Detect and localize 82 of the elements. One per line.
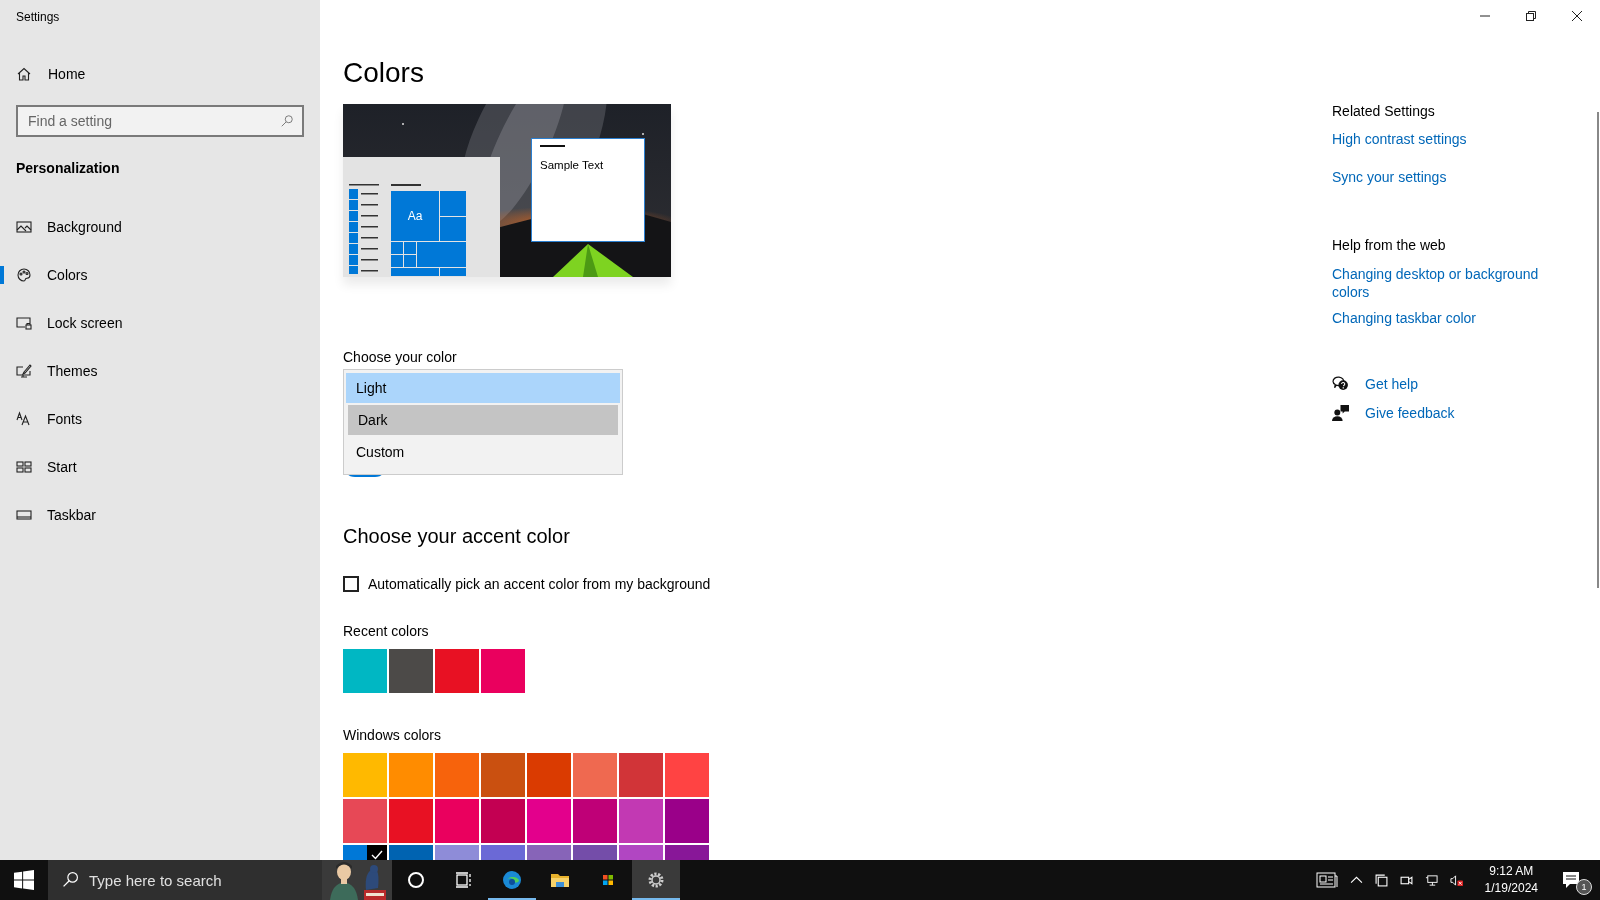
nav-item[interactable]: Fonts — [0, 395, 320, 443]
section-heading: Help from the web — [1332, 237, 1446, 253]
section-heading: Choose your accent color — [343, 525, 570, 548]
letters-icon — [16, 411, 32, 427]
search-field[interactable]: Find a setting — [16, 105, 304, 137]
notification-icon[interactable] — [1560, 871, 1582, 889]
color-swatch[interactable] — [481, 649, 525, 693]
window-title: Settings — [16, 10, 61, 24]
browser-icon — [502, 870, 522, 890]
color-swatch[interactable] — [573, 753, 617, 797]
checkbox-label: Automatically pick an accent color from my background — [368, 576, 711, 592]
section-heading: Related Settings — [1332, 103, 1435, 119]
home-link[interactable]: Home — [16, 60, 304, 88]
color-swatch[interactable] — [435, 753, 479, 797]
search-icon — [280, 114, 294, 128]
field-label: Choose your color — [343, 349, 457, 365]
settings-link[interactable]: Sync your settings — [1332, 169, 1447, 185]
restore-icon — [1526, 11, 1536, 21]
settings-link[interactable]: High contrast settings — [1332, 131, 1467, 147]
color-swatch[interactable] — [343, 753, 387, 797]
color-swatch[interactable] — [481, 799, 525, 843]
section-label: Recent colors — [343, 623, 429, 639]
color-swatch[interactable] — [389, 799, 433, 843]
color-swatch[interactable] — [343, 799, 387, 843]
circle-icon — [406, 870, 426, 890]
help-link[interactable]: Changing taskbar color — [1332, 309, 1476, 327]
search-icon — [62, 871, 79, 888]
network-icon — [1424, 873, 1438, 887]
sample-text: Sample Text — [540, 159, 605, 171]
checkbox[interactable] — [343, 576, 359, 592]
camera-icon — [1399, 873, 1413, 887]
taskbar-app-button[interactable] — [632, 860, 680, 900]
dropdown-option[interactable]: Light — [346, 373, 620, 403]
page-title: Colors — [343, 56, 424, 90]
nav-item[interactable]: Taskbar — [0, 491, 320, 539]
windows-icon — [1374, 873, 1388, 887]
color-swatch[interactable] — [527, 753, 571, 797]
lock-screen-icon — [16, 315, 32, 331]
color-swatch[interactable] — [619, 799, 663, 843]
section-label: Windows colors — [343, 727, 442, 743]
scrollbar[interactable] — [1597, 112, 1599, 588]
nav-item[interactable]: Colors — [0, 251, 320, 299]
color-swatch[interactable] — [527, 799, 571, 843]
windows-logo-icon — [14, 870, 34, 890]
muted-speaker-icon — [1449, 873, 1463, 887]
support-link[interactable]: Give feedback — [1365, 404, 1455, 421]
nav-item[interactable]: Background — [0, 203, 320, 251]
color-swatch[interactable] — [665, 753, 709, 797]
dropdown-option[interactable]: Dark — [348, 405, 618, 435]
clock-time[interactable]: 9:12 AM — [1489, 863, 1534, 880]
help-bubble-icon — [1332, 375, 1349, 392]
notification-badge: 1 — [1576, 879, 1592, 895]
picture-icon — [16, 219, 32, 235]
clock-date[interactable]: 1/19/2024 — [1484, 880, 1538, 897]
color-swatch[interactable] — [619, 753, 663, 797]
color-swatch[interactable] — [481, 753, 525, 797]
color-swatch[interactable] — [435, 649, 479, 693]
taskbar-icon — [16, 507, 32, 523]
close-icon — [1572, 11, 1582, 21]
help-link[interactable]: Changing desktop or background colors — [1332, 265, 1562, 301]
color-swatch[interactable] — [435, 799, 479, 843]
section-heading: Personalization — [16, 160, 121, 176]
pen-monitor-icon — [16, 363, 32, 379]
palette-icon — [16, 267, 32, 283]
tiles-icon — [16, 459, 32, 475]
color-swatch[interactable] — [389, 649, 433, 693]
home-icon — [16, 66, 32, 82]
color-swatch[interactable] — [573, 799, 617, 843]
nav-item[interactable]: Themes — [0, 347, 320, 395]
task-view-icon — [454, 870, 474, 890]
dropdown-option[interactable]: Custom — [346, 437, 620, 467]
news-icon — [1315, 871, 1338, 889]
gear-icon — [646, 870, 666, 890]
color-swatch[interactable] — [343, 649, 387, 693]
tile: Aa — [391, 191, 439, 241]
taskbar-search-box[interactable]: Type here to search — [48, 860, 322, 900]
nav-item[interactable]: Lock screen — [0, 299, 320, 347]
color-swatch[interactable] — [389, 753, 433, 797]
support-link[interactable]: Get help — [1365, 375, 1418, 392]
nav-item[interactable]: Start — [0, 443, 320, 491]
feedback-person-icon — [1332, 404, 1349, 421]
color-swatch[interactable] — [665, 799, 709, 843]
